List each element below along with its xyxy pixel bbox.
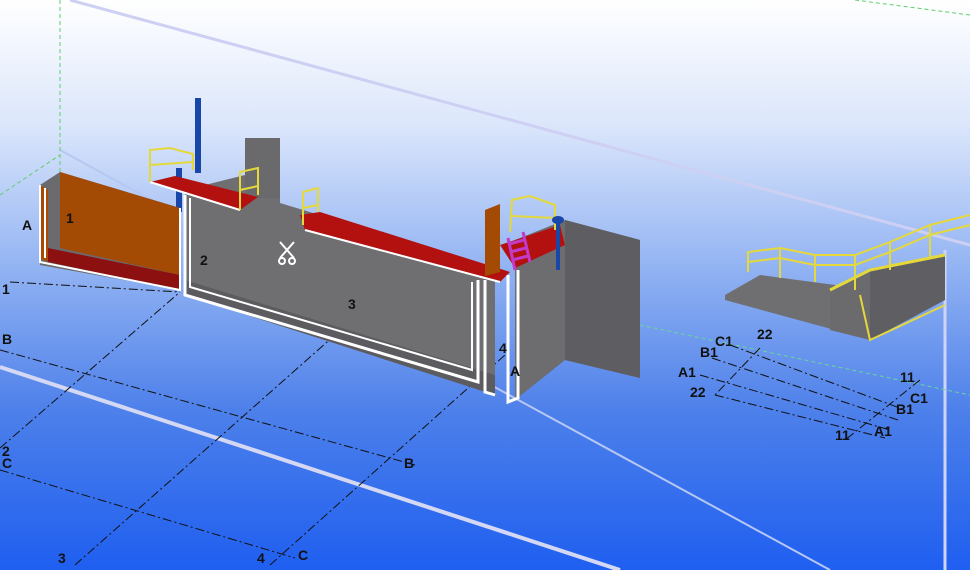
- grid-label: B: [404, 455, 414, 471]
- grid-label: C: [2, 455, 12, 471]
- grid-label: 4: [257, 550, 265, 566]
- part-label-2: 2: [200, 252, 208, 268]
- model-viewport[interactable]: 1 2 3 4 A A 1 B 2 C 3 4 C B C1 22 B1 A1 …: [0, 0, 970, 570]
- pipe-flange: [552, 216, 564, 224]
- grid-label: 3: [58, 550, 66, 566]
- basin-4[interactable]: [483, 204, 640, 405]
- tank-1[interactable]: [39, 172, 181, 292]
- work-area-line: [854, 0, 970, 16]
- railing: [509, 194, 556, 233]
- grid-label: 11: [835, 427, 850, 443]
- viewbox-edge: [0, 365, 621, 570]
- part-label-4: 4: [499, 340, 507, 356]
- grid-label: C: [298, 547, 308, 563]
- model-scene: 1 2 3 4 A A 1 B 2 C 3 4 C B C1 22 B1 A1 …: [0, 0, 970, 570]
- grid-label: A1: [678, 364, 696, 380]
- grid-label: 22: [757, 326, 773, 342]
- part-label-a-right: A: [510, 363, 520, 379]
- grid-label: A1: [874, 423, 892, 439]
- grid-label: 22: [690, 384, 706, 400]
- grid-label: B1: [896, 401, 914, 417]
- grid-label: B: [2, 331, 12, 347]
- part-label-1: 1: [66, 210, 74, 226]
- grid-label: 11: [900, 369, 915, 385]
- part-label-a-left: A: [22, 217, 32, 233]
- pipe: [195, 98, 201, 173]
- grid-label: B1: [700, 344, 718, 360]
- part-label-3: 3: [348, 296, 356, 312]
- grid-label: 1: [2, 281, 10, 297]
- pipe: [556, 220, 560, 270]
